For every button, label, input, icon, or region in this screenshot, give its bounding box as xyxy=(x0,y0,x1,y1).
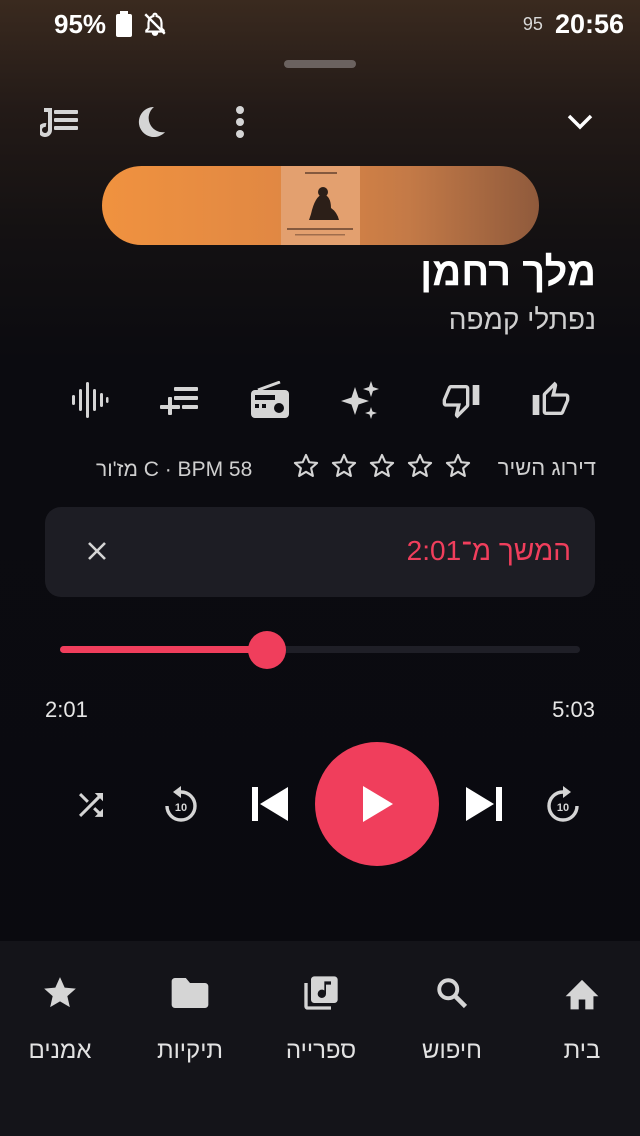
sparkles-icon xyxy=(341,381,379,419)
forward-10-icon: 10 xyxy=(547,786,579,822)
previous-track-button[interactable] xyxy=(244,778,296,830)
star-outline-icon[interactable] xyxy=(292,452,320,480)
nav-label-search: חיפוש xyxy=(422,1037,482,1064)
star-rating[interactable] xyxy=(292,452,472,480)
star-outline-icon[interactable] xyxy=(368,452,396,480)
bpm-key-info: 58 C · BPM מז'ור xyxy=(96,458,253,481)
album-cover-image xyxy=(281,166,360,245)
network-indicator: 95 xyxy=(522,13,543,34)
next-track-button[interactable] xyxy=(458,778,510,830)
playlist-queue-icon xyxy=(40,108,78,137)
nav-item-home[interactable]: בית xyxy=(522,971,640,1081)
current-time: 2:01 xyxy=(45,697,88,722)
chevron-down-icon xyxy=(567,114,593,130)
star-icon xyxy=(38,971,82,1015)
song-title: מלך רחמן xyxy=(420,250,596,294)
queue-button[interactable] xyxy=(38,100,82,144)
clock: 20:56 xyxy=(554,8,624,39)
skip-next-icon xyxy=(466,787,502,821)
song-artist[interactable]: נפתלי קמפה xyxy=(449,304,596,336)
playlist-add-icon xyxy=(160,387,198,415)
seek-bar-thumb[interactable] xyxy=(248,631,287,669)
thumb-up-icon xyxy=(532,381,570,415)
library-music-icon xyxy=(299,971,343,1015)
resume-from-text[interactable]: המשך מ־2:01 xyxy=(407,535,571,567)
rating-label: דירוג השיר xyxy=(497,455,596,480)
skip-previous-icon xyxy=(252,787,288,821)
status-bar-right: 95 20:56 xyxy=(523,6,624,42)
like-button[interactable] xyxy=(526,372,576,428)
rewind-10-button[interactable]: 10 xyxy=(156,780,206,830)
star-outline-icon[interactable] xyxy=(444,452,472,480)
shuffle-icon xyxy=(79,793,103,817)
equalizer-button[interactable] xyxy=(66,372,114,428)
seek-bar-progress xyxy=(60,646,268,653)
notifications-off-icon xyxy=(144,12,166,36)
nav-item-folders[interactable]: תיקיות xyxy=(130,971,250,1081)
folder-icon xyxy=(168,971,212,1015)
status-bar-left: 95% xyxy=(54,6,168,42)
nav-label-folders: תיקיות xyxy=(156,1037,224,1064)
collapse-button[interactable] xyxy=(558,100,602,144)
moon-icon xyxy=(138,106,166,138)
play-icon xyxy=(363,786,393,822)
dislike-button[interactable] xyxy=(436,372,486,428)
more-options-button[interactable] xyxy=(218,100,262,144)
nav-label-library: ספרייה xyxy=(285,1037,357,1064)
drag-handle[interactable] xyxy=(284,60,356,68)
nav-item-library[interactable]: ספרייה xyxy=(261,971,381,1081)
duration-time: 5:03 xyxy=(552,697,595,722)
svg-text:10: 10 xyxy=(175,802,187,814)
nav-label-home: בית xyxy=(563,1037,601,1064)
replay-10-icon: 10 xyxy=(165,786,197,822)
nav-item-artists[interactable]: אמנים xyxy=(0,971,120,1081)
battery-icon xyxy=(116,11,133,37)
album-cover[interactable] xyxy=(281,166,360,245)
nav-label-artists: אמנים xyxy=(28,1037,92,1064)
nav-item-search[interactable]: חיפוש xyxy=(392,971,512,1081)
search-icon xyxy=(430,971,474,1015)
bottom-navigation: בית חיפוש ספרייה תיקיות אמנים xyxy=(0,941,640,1136)
battery-percent: 95% xyxy=(54,8,107,39)
star-outline-icon[interactable] xyxy=(330,452,358,480)
resume-card[interactable]: המשך מ־2:01 xyxy=(45,507,595,597)
svg-text:10: 10 xyxy=(557,802,569,814)
add-to-queue-button[interactable] xyxy=(154,372,206,428)
star-outline-icon[interactable] xyxy=(406,452,434,480)
sleep-timer-button[interactable] xyxy=(128,100,172,144)
close-icon xyxy=(88,542,106,560)
ai-suggestions-button[interactable] xyxy=(335,372,385,428)
audio-waveform-icon xyxy=(72,382,109,418)
forward-10-button[interactable]: 10 xyxy=(538,780,588,830)
home-icon xyxy=(560,971,604,1015)
radio-button[interactable] xyxy=(246,372,294,428)
shuffle-button[interactable] xyxy=(68,782,114,828)
more-vert-icon xyxy=(236,106,244,138)
thumb-down-icon xyxy=(442,385,480,419)
radio-icon xyxy=(251,381,289,418)
rating-row: דירוג השיר 58 C · BPM מז'ור xyxy=(60,452,600,488)
dismiss-resume-button[interactable] xyxy=(75,529,119,573)
play-button[interactable] xyxy=(315,742,439,866)
